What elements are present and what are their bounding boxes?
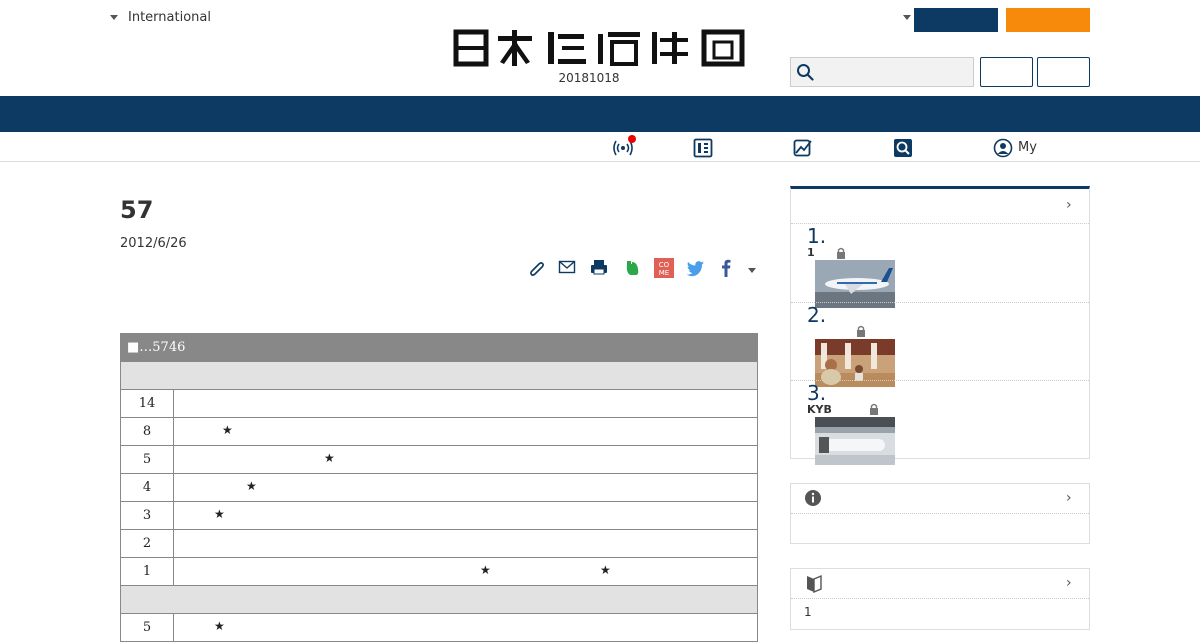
comment-icon[interactable]: CO ME (654, 258, 674, 278)
star-mark: ★ (480, 563, 491, 577)
star-mark: ★ (246, 479, 257, 493)
search-icon (797, 64, 814, 81)
panel-separator (791, 513, 1089, 514)
ranking-header[interactable] (791, 189, 1089, 224)
panel-count: 1 (804, 605, 812, 619)
row-number: 1 (120, 557, 174, 586)
article-date: 2012/6/26 (120, 236, 187, 251)
caret-down-icon[interactable] (903, 15, 911, 20)
chevron-right-icon[interactable]: › (1066, 490, 1072, 506)
mail-icon[interactable] (557, 258, 577, 278)
edition-date: 20181018 (558, 71, 620, 85)
table-section-row (120, 361, 758, 390)
star-mark: ★ (222, 423, 233, 437)
ranking-label: KYB (807, 403, 832, 416)
ranking-separator (791, 302, 1089, 303)
beginner-mark-icon (807, 574, 822, 593)
row-content: ★ (173, 417, 758, 446)
row-content (173, 529, 758, 558)
star-mark: ★ (324, 451, 335, 465)
info-icon (805, 490, 821, 506)
nikkei-logo[interactable] (452, 28, 748, 68)
row-number: 2 (120, 529, 174, 558)
row-number: 4 (120, 473, 174, 502)
table-row: 8 ★ (120, 417, 758, 446)
ranking-thumbnail-factory[interactable] (815, 417, 895, 465)
ranking-number: 3. (807, 381, 827, 405)
lock-icon (837, 247, 845, 259)
twitter-icon[interactable] (685, 258, 705, 278)
row-content: ★ ★ (173, 557, 758, 586)
data-table: ■…5746 14 8 ★ 5 ★ 4 ★ 3 ★ 2 1 ★ ★ 5 ★ (120, 333, 758, 642)
header-button-1[interactable] (980, 57, 1033, 87)
table-row: 5 ★ (120, 445, 758, 474)
chart-icon[interactable] (793, 138, 813, 158)
main-navbar (0, 96, 1200, 132)
star-mark: ★ (214, 619, 225, 633)
row-number: 8 (120, 417, 174, 446)
table-row: 5 ★ (120, 613, 758, 642)
my-menu-label[interactable]: My (1018, 140, 1037, 155)
panel-separator (791, 598, 1089, 599)
ranking-separator (791, 380, 1089, 381)
table-row: 4 ★ (120, 473, 758, 502)
subscribe-button[interactable] (1006, 8, 1090, 32)
svg-text:ME: ME (659, 269, 669, 277)
header-button-2[interactable] (1037, 57, 1090, 87)
lock-icon (857, 325, 865, 337)
row-content: ★ (173, 445, 758, 474)
row-content: ★ (173, 473, 758, 502)
beginner-panel (790, 568, 1090, 630)
table-row: 3 ★ (120, 501, 758, 530)
table-section-row (120, 585, 758, 614)
svg-text:CO: CO (659, 261, 670, 269)
ranking-number: 2. (807, 303, 827, 327)
edition-label: International (128, 10, 211, 25)
row-number: 5 (120, 613, 174, 642)
lock-icon (870, 403, 878, 415)
row-number: 14 (120, 389, 174, 418)
table-row: 2 (120, 529, 758, 558)
table-row: 1 ★ ★ (120, 557, 758, 586)
user-icon[interactable] (993, 138, 1013, 158)
row-content (173, 389, 758, 418)
ranking-label: 1 (807, 246, 815, 259)
ranking-number: 1. (807, 224, 827, 248)
star-mark: ★ (214, 507, 225, 521)
notification-dot (628, 135, 636, 143)
section-cell (120, 585, 758, 614)
row-content: ★ (173, 501, 758, 530)
facebook-icon[interactable] (716, 258, 736, 278)
table-header: ■…5746 (120, 333, 758, 362)
share-more-icon[interactable] (748, 268, 756, 273)
login-button[interactable] (914, 8, 998, 32)
row-content: ★ (173, 613, 758, 642)
caret-down-icon (110, 15, 118, 20)
newspaper-icon[interactable] (693, 138, 713, 158)
table-row: 14 (120, 389, 758, 418)
evernote-icon[interactable] (622, 258, 642, 278)
search-icon[interactable] (893, 138, 913, 158)
star-mark: ★ (600, 563, 611, 577)
row-number: 5 (120, 445, 174, 474)
chevron-right-icon[interactable]: › (1066, 575, 1072, 591)
print-icon[interactable] (589, 258, 609, 278)
edition-selector[interactable]: International (110, 10, 211, 25)
search-input[interactable] (790, 57, 974, 87)
ranking-thumbnail-airplane[interactable] (815, 260, 895, 308)
row-number: 3 (120, 501, 174, 530)
article-title: 57 (120, 196, 154, 224)
chevron-right-icon[interactable]: › (1066, 197, 1072, 213)
clip-icon[interactable] (527, 258, 547, 278)
